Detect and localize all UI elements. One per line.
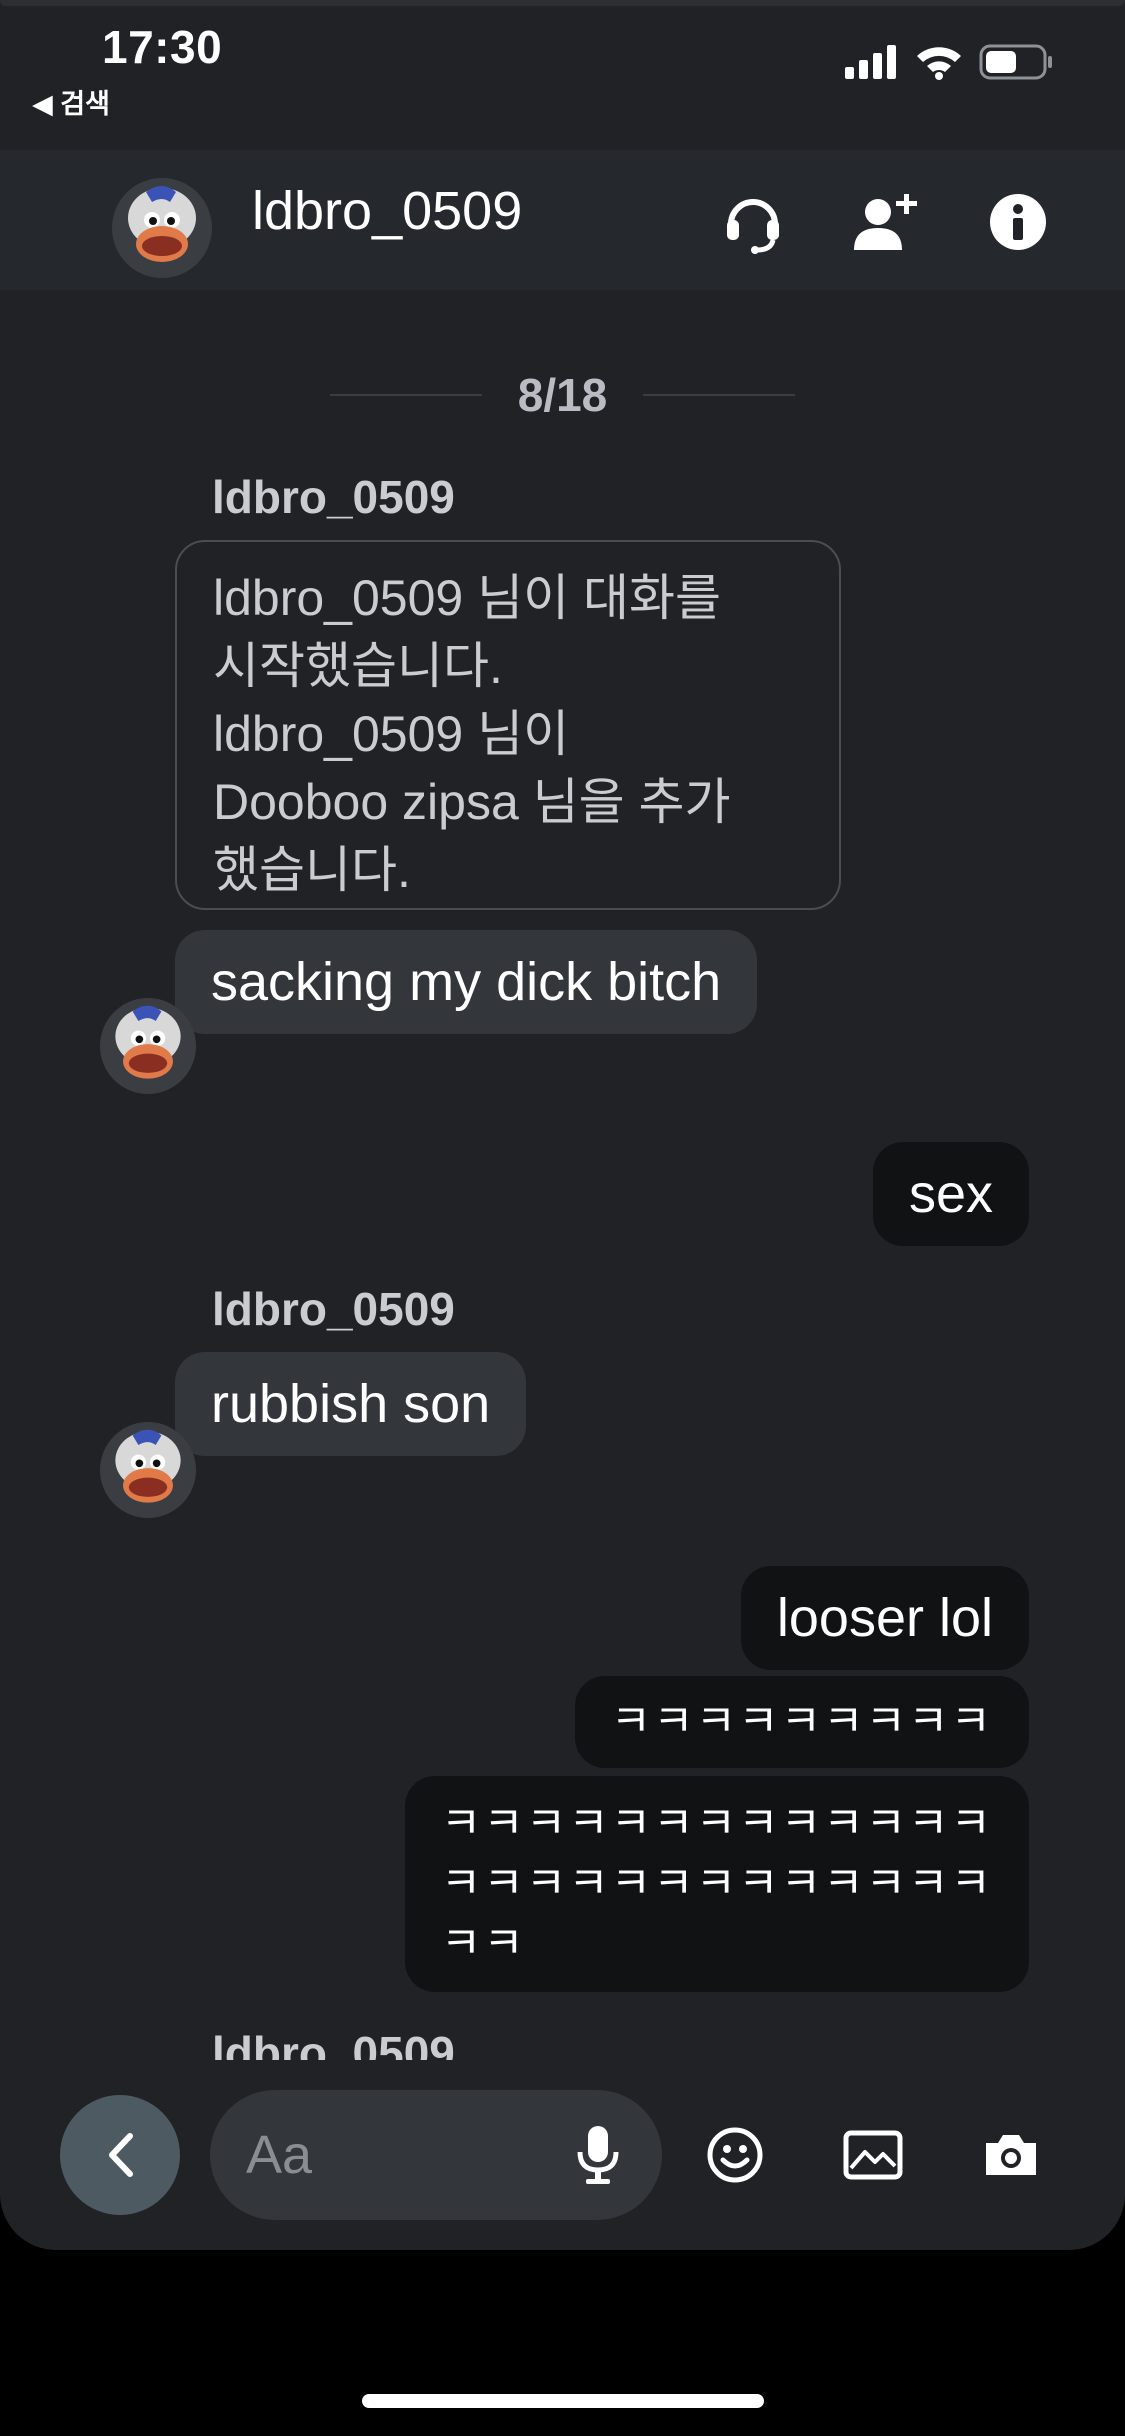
sender-avatar[interactable] — [100, 998, 196, 1099]
sender-name: ldbro_0509 — [212, 1283, 455, 1335]
monkey-avatar-icon — [100, 1422, 196, 1518]
headset-icon — [727, 199, 779, 254]
info-button[interactable] — [978, 182, 1058, 262]
cellular-signal-icon — [845, 45, 896, 79]
message-input[interactable] — [246, 2090, 576, 2220]
sender-name: ldbro_0509 — [212, 471, 455, 523]
home-indicator[interactable] — [362, 2394, 764, 2408]
camera-button[interactable] — [961, 2105, 1061, 2205]
collapse-button[interactable] — [60, 2095, 180, 2215]
message-line: ㅋㅋ — [440, 1919, 526, 1968]
emoji-icon — [707, 2127, 763, 2183]
system-message-line: 했습니다. — [213, 842, 411, 898]
contact-name[interactable]: ldbro_0509 — [252, 180, 522, 242]
system-message-line: ldbro_0509 님이 — [213, 706, 570, 762]
date-separator: 8/18 — [330, 368, 795, 422]
sender-avatar[interactable] — [100, 1422, 196, 1523]
outgoing-message-bubble[interactable]: looser lol — [740, 1566, 1029, 1670]
info-icon — [990, 194, 1046, 250]
wifi-icon — [917, 47, 961, 80]
add-person-button[interactable] — [846, 182, 926, 262]
system-message-line: ldbro_0509 님이 대화를 — [213, 570, 722, 626]
emoji-button[interactable] — [685, 2105, 785, 2205]
message-composer — [0, 2070, 1125, 2250]
system-message-line: 시작했습니다. — [213, 638, 503, 694]
microphone-icon[interactable] — [576, 2124, 620, 2186]
message-list[interactable]: 8/18 ldbro_0509 ldbro_0509 님이 대화를 시작했습니다… — [0, 290, 1125, 2060]
incoming-message-bubble[interactable]: rubbish son — [175, 1352, 527, 1456]
battery-icon — [979, 44, 1052, 80]
system-message-line: Dooboo zipsa 님을 추가 — [213, 774, 731, 830]
outgoing-message-bubble[interactable]: sex — [872, 1142, 1029, 1246]
add-person-icon — [854, 194, 917, 250]
divider-line — [643, 394, 795, 396]
monkey-avatar-icon — [112, 178, 212, 278]
outgoing-message-bubble[interactable]: ㅋㅋㅋㅋㅋㅋㅋㅋㅋㅋㅋㅋㅋ ㅋㅋㅋㅋㅋㅋㅋㅋㅋㅋㅋㅋㅋ ㅋㅋ — [404, 1776, 1029, 1992]
system-message: ldbro_0509 님이 대화를 시작했습니다. ldbro_0509 님이 … — [175, 540, 841, 910]
message-line: ㅋㅋㅋㅋㅋㅋㅋㅋㅋㅋㅋㅋㅋ — [440, 1859, 993, 1908]
top-edge — [0, 0, 1125, 6]
camera-icon — [986, 2135, 1036, 2175]
contact-avatar[interactable] — [112, 178, 212, 283]
chat-header: ldbro_0509 — [0, 150, 1125, 290]
status-icons — [845, 44, 1053, 80]
gallery-button[interactable] — [823, 2105, 923, 2205]
sender-name: ldbro_0509 — [212, 2027, 455, 2060]
back-to-search-link[interactable]: ◀ 검색 — [32, 82, 110, 121]
divider-line — [330, 394, 482, 396]
date-separator-text: 8/18 — [517, 369, 608, 421]
chevron-left-icon — [109, 2133, 133, 2177]
gallery-icon — [843, 2130, 903, 2180]
app-screen: 17:30 ◀ 검색 ldbro_0509 8/18 ldbro_0509 ld… — [0, 0, 1125, 2250]
incoming-message-bubble[interactable]: sacking my dick bitch — [175, 930, 758, 1034]
status-time: 17:30 — [102, 21, 223, 73]
monkey-avatar-icon — [100, 998, 196, 1094]
message-input-container[interactable] — [210, 2090, 662, 2220]
outgoing-message-bubble[interactable]: ㅋㅋㅋㅋㅋㅋㅋㅋㅋ — [574, 1676, 1029, 1768]
call-button[interactable] — [713, 182, 793, 262]
back-to-search-label: ◀ 검색 — [32, 89, 110, 119]
message-line: ㅋㅋㅋㅋㅋㅋㅋㅋㅋㅋㅋㅋㅋ — [440, 1799, 993, 1848]
